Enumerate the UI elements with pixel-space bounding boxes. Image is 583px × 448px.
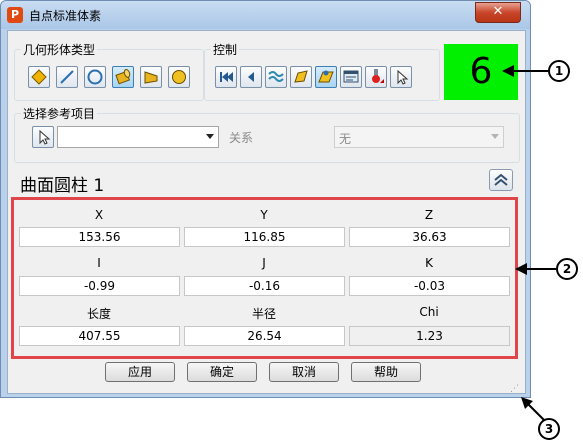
callout-1: 1 [548,60,570,82]
callout-2: 2 [556,258,578,280]
callout-3: 3 [538,418,560,440]
callout-arrows [502,65,556,421]
